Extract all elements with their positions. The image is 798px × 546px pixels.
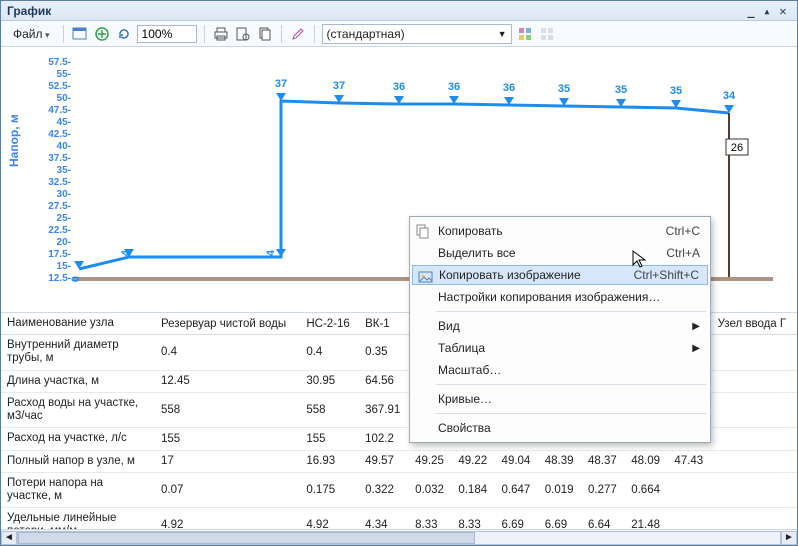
menu-copy-image[interactable]: Копировать изображение Ctrl+Shift+C — [412, 265, 708, 285]
svg-text:35: 35 — [615, 84, 627, 96]
horizontal-scrollbar[interactable]: ◄ ► — [1, 529, 797, 545]
table-row: Полный напор в узле, м 1716.9349.5749.25… — [1, 450, 797, 472]
svg-text:37.5-: 37.5- — [48, 153, 71, 164]
svg-text:57.5-: 57.5- — [48, 57, 71, 68]
svg-text:0: 0 — [70, 276, 82, 282]
svg-text:32.5-: 32.5- — [48, 177, 71, 188]
svg-text:22.5-: 22.5- — [48, 225, 71, 236]
svg-text:42.5-: 42.5- — [48, 129, 71, 140]
scroll-thumb[interactable] — [18, 532, 475, 544]
scheme-select[interactable]: (стандартная) ▼ — [322, 24, 512, 44]
svg-text:50-: 50- — [57, 93, 71, 104]
svg-text:55-: 55- — [57, 69, 71, 80]
svg-text:37: 37 — [275, 78, 287, 90]
menu-copy-image-settings[interactable]: Настройки копирования изображения… — [410, 286, 710, 308]
svg-text:45-: 45- — [57, 117, 71, 128]
svg-text:36: 36 — [393, 81, 405, 93]
svg-text:27.5-: 27.5- — [48, 201, 71, 212]
svg-text:30-: 30- — [57, 189, 71, 200]
svg-text:35: 35 — [670, 85, 682, 97]
menu-scale[interactable]: Масштаб… — [410, 359, 710, 381]
svg-text:25-: 25- — [57, 213, 71, 224]
scheme-value: (стандартная) — [327, 27, 405, 41]
svg-text:12.5-: 12.5- — [48, 273, 71, 284]
svg-text:37: 37 — [333, 80, 345, 92]
copy-icon[interactable] — [256, 25, 274, 43]
svg-text:34: 34 — [723, 90, 736, 102]
svg-text:15-: 15- — [57, 261, 71, 272]
chevron-down-icon: ▼ — [498, 29, 507, 39]
svg-text:52.5-: 52.5- — [48, 81, 71, 92]
svg-text:36: 36 — [503, 82, 515, 94]
table-row: Потери напора на участке, м 0.070.1750.3… — [1, 472, 797, 507]
menu-view[interactable]: Вид▶ — [410, 315, 710, 337]
toolbar: Файл (стандартная) ▼ — [1, 21, 797, 47]
image-icon — [418, 269, 434, 285]
copy-icon — [415, 223, 431, 239]
menu-table[interactable]: Таблица▶ — [410, 337, 710, 359]
preview-icon[interactable] — [234, 25, 252, 43]
menu-select-all[interactable]: Выделить все Ctrl+A — [410, 242, 710, 264]
print-icon[interactable] — [212, 25, 230, 43]
refresh-icon[interactable] — [115, 25, 133, 43]
svg-text:17.5-: 17.5- — [48, 249, 71, 260]
window-icon[interactable] — [71, 25, 89, 43]
table-row: Удельные линейные потери, мм/м 4.924.924… — [1, 508, 797, 529]
svg-text:35-: 35- — [57, 165, 71, 176]
menu-copy[interactable]: Копировать Ctrl+C — [410, 220, 710, 242]
scroll-right-button[interactable]: ► — [781, 531, 797, 545]
context-menu: Копировать Ctrl+C Выделить все Ctrl+A Ко… — [409, 216, 711, 443]
zoom-input[interactable] — [137, 25, 197, 43]
palette2-icon[interactable] — [538, 25, 556, 43]
add-icon[interactable] — [93, 25, 111, 43]
minimize-button[interactable]: _ — [743, 4, 759, 18]
svg-text:4: 4 — [265, 249, 277, 256]
menu-curves[interactable]: Кривые… — [410, 388, 710, 410]
svg-text:36: 36 — [448, 81, 460, 93]
scroll-left-button[interactable]: ◄ — [1, 531, 17, 545]
file-menu[interactable]: Файл — [7, 25, 56, 43]
y-axis-label: Напор, м — [7, 114, 21, 167]
restore-button[interactable]: ▴ — [759, 4, 775, 18]
close-button[interactable]: ✕ — [775, 4, 791, 18]
svg-text:47.5-: 47.5- — [48, 105, 71, 116]
window-title: График — [7, 4, 51, 18]
menu-properties[interactable]: Свойства — [410, 417, 710, 439]
svg-text:20-: 20- — [57, 237, 71, 248]
titlebar: График _ ▴ ✕ — [1, 1, 797, 21]
svg-text:35: 35 — [558, 83, 570, 95]
svg-text:4: 4 — [120, 249, 132, 256]
callout-value: 26 — [731, 142, 743, 154]
svg-text:40-: 40- — [57, 141, 71, 152]
edit-icon[interactable] — [289, 25, 307, 43]
palette-icon[interactable] — [516, 25, 534, 43]
